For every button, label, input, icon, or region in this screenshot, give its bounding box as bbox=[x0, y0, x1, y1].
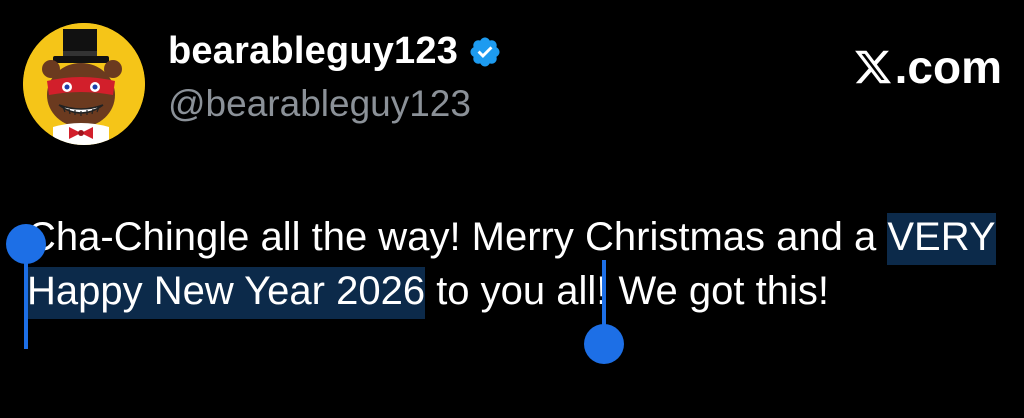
post-card: bearableguy123 @bearableguy123 .com Cha-… bbox=[0, 0, 1024, 418]
tweet-text-before: Cha-Chingle all the way! Merry Christmas… bbox=[27, 215, 888, 259]
selection-end-stem bbox=[602, 260, 606, 330]
author-handle[interactable]: @bearableguy123 bbox=[168, 83, 471, 125]
display-name[interactable]: bearableguy123 bbox=[168, 30, 458, 73]
brand-watermark: .com bbox=[853, 40, 1002, 94]
tweet-text[interactable]: Cha-Chingle all the way! Merry Christmas… bbox=[27, 210, 1007, 319]
x-logo-icon bbox=[853, 47, 893, 87]
author-row: bearableguy123 bbox=[168, 30, 502, 73]
brand-label: .com bbox=[894, 41, 1002, 93]
selection-end-knob[interactable] bbox=[584, 324, 624, 364]
bear-avatar-icon bbox=[23, 23, 145, 145]
selection-start-stem bbox=[24, 254, 28, 349]
verified-badge-icon bbox=[468, 35, 502, 69]
selection-start-handle[interactable] bbox=[6, 224, 46, 349]
avatar[interactable] bbox=[23, 23, 145, 145]
selection-start-knob[interactable] bbox=[6, 224, 46, 264]
selection-end-handle[interactable] bbox=[584, 260, 630, 370]
